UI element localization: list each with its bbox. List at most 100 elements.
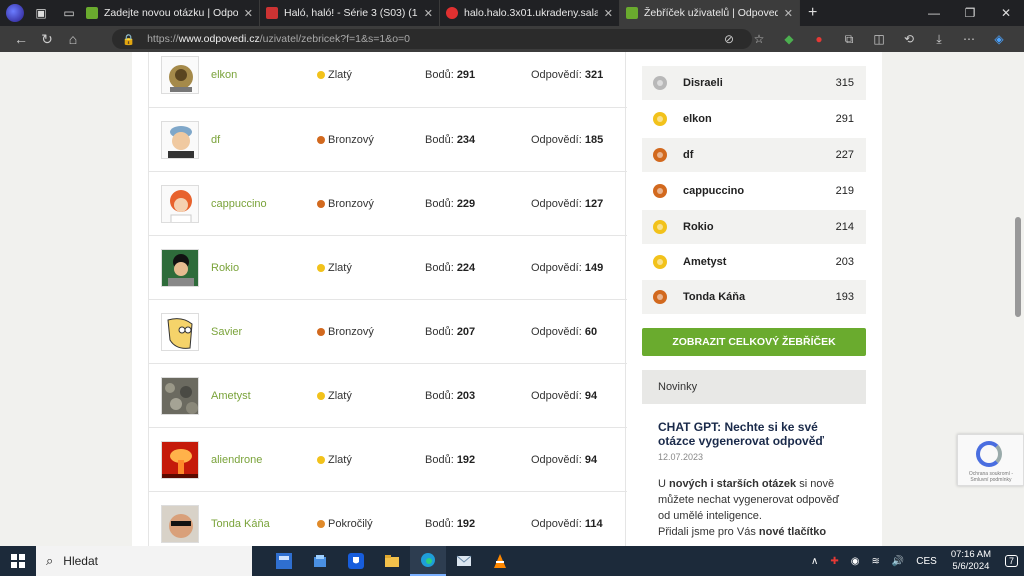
points-label: Bodů: — [425, 69, 454, 81]
leaderboard-item[interactable]: Ametyst 203 — [642, 245, 866, 279]
news-title-link[interactable]: CHAT GPT: Nechte si ke své otázce vygene… — [658, 420, 850, 448]
user-answers: Odpovědí: 94 — [531, 454, 597, 466]
leaderboard-item[interactable]: Rokio 214 — [642, 210, 866, 244]
tab-title: Žebříček uživatelů | Odpovedi.cz — [644, 7, 778, 19]
taskbar-app-vlc[interactable] — [482, 546, 518, 576]
taskbar-search[interactable]: ⌕ Hledat — [36, 546, 252, 576]
sidebar: Disraeli 315 elkon 291 df 227 cappuccino… — [642, 52, 866, 546]
chevron-up-icon[interactable]: ∧ — [811, 556, 818, 567]
leaderboard-item[interactable]: cappuccino 219 — [642, 174, 866, 208]
notifications-icon[interactable]: 7 — [1004, 555, 1018, 567]
close-tab-icon[interactable]: ✕ — [784, 7, 793, 20]
tab-3-active[interactable]: Žebříček uživatelů | Odpovedi.cz ✕ — [620, 0, 800, 26]
taskbar-app-calculator[interactable] — [266, 546, 302, 576]
extension-green-icon[interactable]: ◆ — [774, 32, 804, 46]
start-button[interactable] — [0, 546, 36, 576]
user-avatar[interactable] — [161, 377, 199, 415]
user-name-link[interactable]: cappuccino — [211, 198, 267, 210]
rank-medal-icon — [317, 456, 325, 464]
tab-2[interactable]: halo.halo.3x01.ukradeny.salam.dv ✕ — [440, 0, 620, 26]
user-avatar[interactable] — [161, 249, 199, 287]
mail-icon — [456, 555, 472, 566]
windows-logo-icon — [11, 554, 25, 568]
rank-label: Bronzový — [328, 198, 374, 210]
profile-avatar[interactable] — [6, 4, 24, 22]
user-name-link[interactable]: df — [211, 134, 220, 146]
refresh-icon[interactable]: ↻ — [34, 31, 60, 48]
points-label: Bodů: — [425, 262, 454, 274]
leaderboard-points: 214 — [835, 221, 854, 233]
minimize-icon[interactable]: — — [916, 0, 952, 26]
user-name-link[interactable]: Savier — [211, 326, 242, 338]
user-avatar[interactable] — [161, 313, 199, 351]
new-tab-icon[interactable]: + — [808, 4, 817, 22]
home-icon[interactable]: ⌂ — [60, 31, 86, 47]
taskbar-app-mail[interactable] — [446, 546, 482, 576]
recaptcha-text: Ochrana soukromí - Smluvní podmínky — [968, 471, 1014, 483]
maximize-icon[interactable]: ❐ — [952, 0, 988, 26]
rank-medal-icon — [317, 136, 325, 144]
user-name-link[interactable]: aliendrone — [211, 454, 262, 466]
taskbar-app-bitwarden[interactable] — [338, 546, 374, 576]
scrollbar-thumb[interactable] — [1015, 217, 1021, 317]
taskbar-app-edge[interactable] — [410, 546, 446, 576]
user-avatar[interactable] — [161, 121, 199, 159]
user-name-link[interactable]: elkon — [211, 69, 237, 81]
user-points: Bodů: 291 — [425, 69, 475, 81]
leaderboard-item[interactable]: Disraeli 315 — [642, 66, 866, 100]
language-indicator[interactable]: CES — [916, 556, 937, 567]
news-date: 12.07.2023 — [658, 452, 704, 462]
history-icon[interactable]: ⟲ — [894, 32, 924, 46]
user-name-link[interactable]: Ametyst — [211, 390, 251, 402]
user-name-link[interactable]: Rokio — [211, 262, 239, 274]
user-rank: Zlatý — [317, 390, 352, 402]
clock[interactable]: 07:16 AM 5/6/2024 — [951, 549, 991, 573]
taskbar-app-file-explorer[interactable] — [374, 546, 410, 576]
leaderboard-item[interactable]: elkon 291 — [642, 102, 866, 136]
downloads-icon[interactable]: ⤓ — [924, 32, 954, 47]
wifi-icon[interactable]: ≋ — [871, 556, 879, 567]
workspaces-icon[interactable]: ▣ — [30, 2, 52, 24]
avatar-image — [162, 442, 198, 478]
news-text-bold: nové tlačítko — [758, 526, 827, 538]
user-name-link[interactable]: Tonda Káňa — [211, 518, 270, 530]
url-field[interactable]: 🔒 https://www.odpovedi.cz/uzivatel/zebri… — [112, 29, 752, 49]
settings-more-icon[interactable]: ⋯ — [954, 32, 984, 46]
security-icon[interactable]: ✚ — [830, 556, 838, 567]
user-rank: Bronzový — [317, 134, 374, 146]
user-avatar[interactable] — [161, 185, 199, 223]
tab-actions-icon[interactable]: ▭ — [58, 2, 80, 24]
tab-0[interactable]: Zadejte novou otázku | Odpovědi.c ✕ — [80, 0, 260, 26]
user-avatar[interactable] — [161, 56, 199, 94]
close-tab-icon[interactable]: ✕ — [604, 7, 613, 20]
answers-label: Odpovědí: — [531, 326, 582, 338]
user-avatar[interactable] — [161, 441, 199, 479]
close-window-icon[interactable]: ✕ — [988, 0, 1024, 26]
tracking-prevention-icon[interactable]: ⊘ — [714, 32, 744, 46]
recaptcha-badge[interactable]: Ochrana soukromí - Smluvní podmínky — [957, 434, 1024, 486]
leaderboard-item[interactable]: df 227 — [642, 138, 866, 172]
show-full-leaderboard-button[interactable]: ZOBRAZIT CELKOVÝ ŽEBŘÍČEK — [642, 328, 866, 356]
favorite-star-icon[interactable]: ☆ — [744, 32, 774, 46]
news-text-bold: nových i starších otázek — [669, 478, 797, 490]
points-label: Bodů: — [425, 390, 454, 402]
back-icon[interactable]: ← — [8, 31, 34, 47]
rank-label: Bronzový — [328, 326, 374, 338]
avatar-image — [162, 314, 198, 350]
gold-medal-icon — [653, 220, 667, 234]
volume-icon[interactable]: 🔊 — [892, 556, 904, 567]
extensions-icon[interactable]: ⧉ — [834, 32, 864, 47]
taskbar-app-installer[interactable] — [302, 546, 338, 576]
points-label: Bodů: — [425, 326, 454, 338]
close-tab-icon[interactable]: ✕ — [424, 7, 433, 20]
tab-1[interactable]: Haló, haló! - Série 3 (S03) (1986) ✕ — [260, 0, 440, 26]
copilot-icon[interactable]: ◈ — [984, 32, 1014, 46]
bronze-medal-icon — [653, 290, 667, 304]
leaderboard-item[interactable]: Tonda Káňa 193 — [642, 280, 866, 314]
user-avatar[interactable] — [161, 505, 199, 543]
extension-red-icon[interactable]: ● — [804, 32, 834, 46]
close-tab-icon[interactable]: ✕ — [244, 7, 253, 20]
network-icon[interactable]: ◉ — [851, 556, 860, 567]
user-points: Bodů: 203 — [425, 390, 475, 402]
split-screen-icon[interactable]: ◫ — [864, 32, 894, 46]
